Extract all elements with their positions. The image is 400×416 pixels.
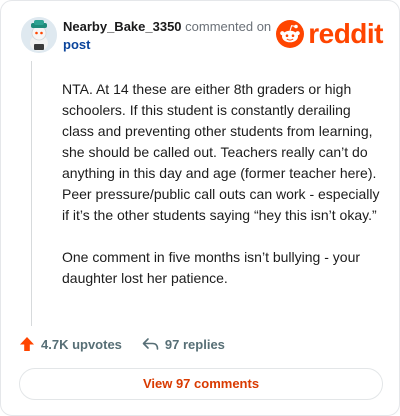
view-comments-button[interactable]: View 97 comments bbox=[19, 368, 383, 400]
avatar-image-icon bbox=[21, 17, 57, 53]
comment-paragraph: One comment in five months isn’t bullyin… bbox=[62, 249, 361, 286]
username-link[interactable]: Nearby_Bake_3350 bbox=[63, 19, 182, 34]
comment-meta: Nearby_Bake_3350 commented on post bbox=[63, 18, 293, 54]
commented-on-text: commented on bbox=[185, 19, 272, 34]
comment-body: NTA. At 14 these are either 8th graders … bbox=[62, 79, 382, 310]
reddit-alien-icon bbox=[276, 20, 305, 48]
reply-count: 97 replies bbox=[164, 336, 225, 352]
comment-card: Nearby_Bake_3350 commented on post reddi… bbox=[0, 0, 400, 416]
upvote-arrow-icon bbox=[20, 337, 34, 351]
avatar[interactable] bbox=[21, 17, 57, 53]
thread-line bbox=[31, 61, 32, 326]
comment-actions: 4.7K upvotes 97 replies bbox=[19, 333, 245, 355]
upvote-button[interactable]: 4.7K upvotes bbox=[19, 336, 122, 352]
comment-header: Nearby_Bake_3350 commented on post reddi… bbox=[17, 15, 383, 55]
reddit-wordmark: reddit bbox=[308, 18, 383, 49]
reddit-logo[interactable]: reddit bbox=[276, 18, 383, 49]
reply-arrow-icon bbox=[142, 338, 159, 350]
upvote-count: 4.7K upvotes bbox=[41, 336, 122, 352]
reply-button[interactable]: 97 replies bbox=[142, 337, 225, 352]
comment-paragraph: NTA. At 14 these are either 8th graders … bbox=[62, 81, 380, 223]
post-link[interactable]: post bbox=[63, 36, 293, 54]
